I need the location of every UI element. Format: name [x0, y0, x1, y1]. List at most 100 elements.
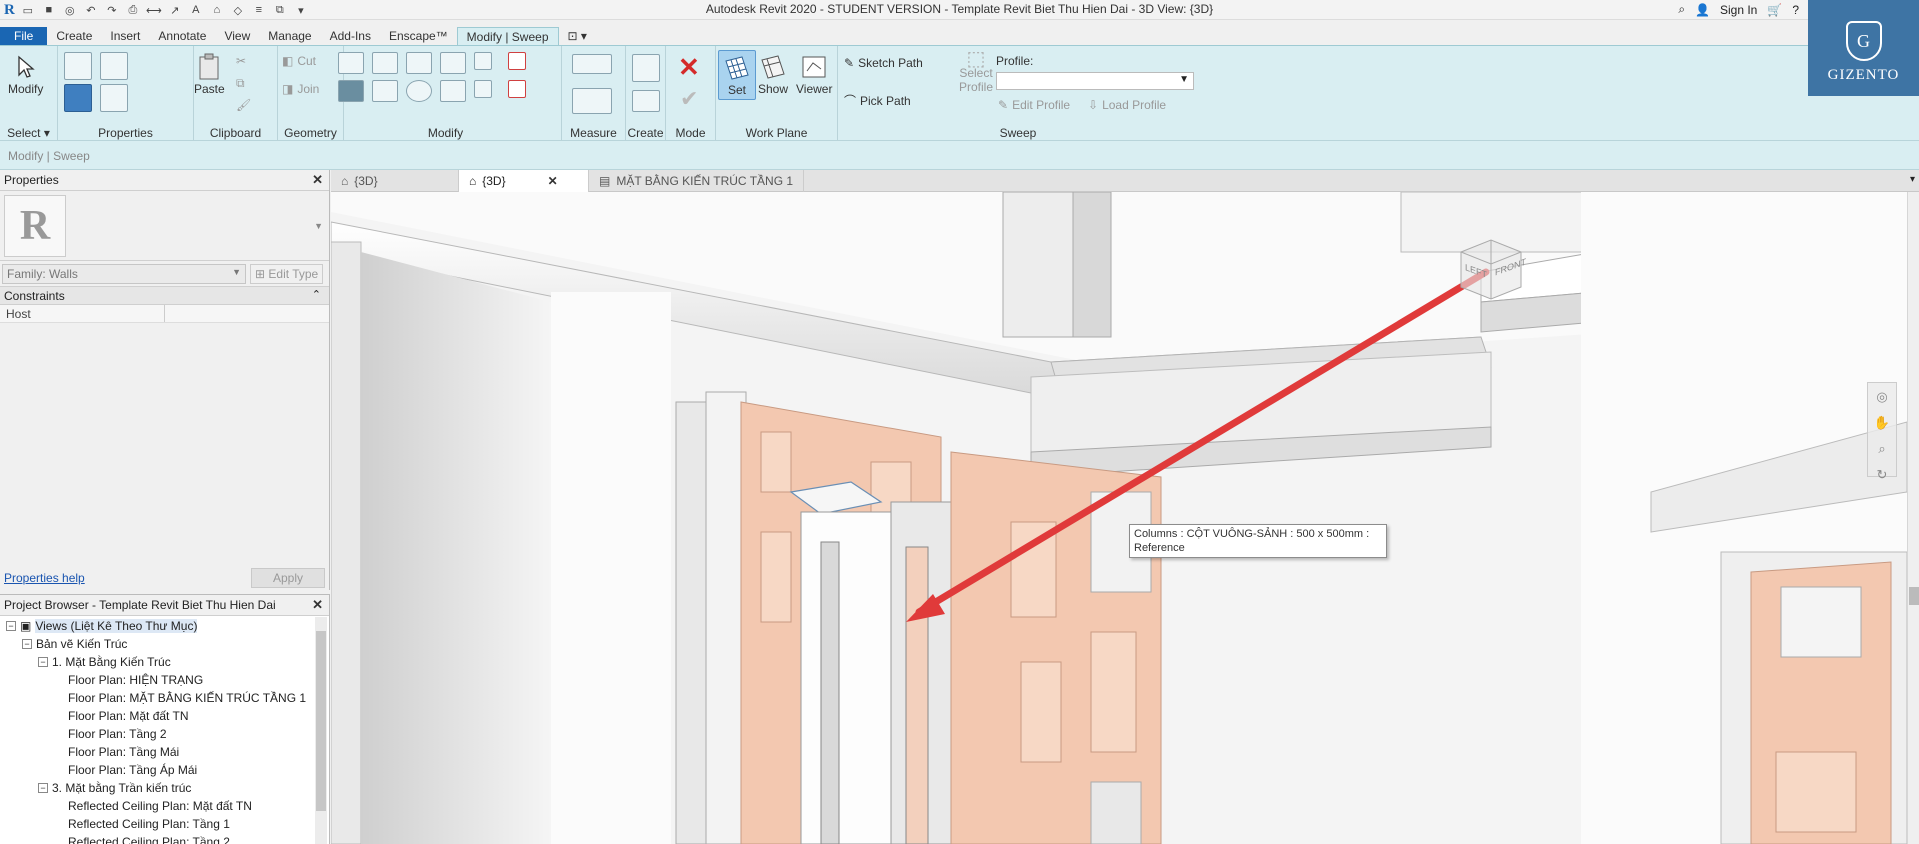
measure-icon[interactable]: ⟷ [146, 3, 162, 17]
ribbon-options-icon[interactable]: ⊡ ▾ [559, 27, 596, 45]
join-geometry-button[interactable]: ◨ Join [282, 82, 319, 96]
tab-enscape[interactable]: Enscape™ [380, 27, 457, 45]
scroll-thumb[interactable] [1909, 587, 1919, 605]
move-small-icon[interactable] [474, 52, 492, 70]
sketch-path-button[interactable]: ✎ Sketch Path [844, 56, 923, 70]
scroll-thumb[interactable] [316, 631, 326, 811]
cut-button[interactable]: ✂ [236, 54, 246, 68]
create-similar-icon[interactable] [632, 90, 660, 112]
viewport-scrollbar[interactable] [1907, 192, 1919, 844]
tree-item[interactable]: −1. Mặt Bằng Kiến Trúc [0, 653, 314, 671]
tree-item[interactable]: Floor Plan: MẶT BẰNG KIẾN TRÚC TẦNG 1 [0, 689, 314, 707]
properties-help-link[interactable]: Properties help [4, 571, 85, 585]
sync-icon[interactable]: ◎ [62, 3, 78, 17]
viewer-button[interactable]: Viewer [796, 52, 832, 96]
properties-palette-icon[interactable] [100, 52, 128, 80]
copy-button[interactable]: ⧉ [236, 76, 245, 91]
copy-elements-icon[interactable] [372, 80, 398, 102]
tree-item[interactable]: −3. Mặt bằng Trần kiến trúc [0, 779, 314, 797]
search-icon[interactable]: ⌕ [1678, 2, 1685, 17]
close-icon[interactable]: ✕ [548, 174, 558, 188]
tree-toggle-icon[interactable]: − [38, 783, 48, 793]
tab-modify-sweep[interactable]: Modify | Sweep [456, 27, 559, 45]
tab-annotate[interactable]: Annotate [149, 27, 215, 45]
tab-file[interactable]: File [0, 27, 48, 45]
section-icon[interactable]: ◇ [230, 3, 246, 17]
steering-wheel-icon[interactable]: ◎ [1876, 389, 1887, 405]
close-icon[interactable]: ✕ [312, 172, 323, 188]
cart-icon[interactable]: 🛒 [1767, 3, 1782, 17]
tree-item[interactable]: − ▣ Views (Liệt Kê Theo Thư Mục) [0, 617, 314, 635]
chevron-down-icon[interactable]: ▼ [314, 221, 323, 231]
3d-view-icon[interactable]: ⌂ [209, 3, 225, 17]
open-icon[interactable]: ▭ [20, 3, 36, 17]
tab-create[interactable]: Create [47, 27, 101, 45]
close-icon[interactable]: ✕ [312, 597, 323, 613]
edit-type-button[interactable]: ⊞ Edit Type [250, 263, 324, 284]
cancel-mode-icon[interactable]: ✕ [678, 52, 700, 83]
orbit-icon[interactable]: ↻ [1877, 467, 1888, 483]
view-tab-3d-active[interactable]: ⌂ {3D} ✕ [459, 170, 589, 192]
delete-icon[interactable] [508, 80, 526, 98]
tree-toggle-icon[interactable]: − [38, 657, 48, 667]
switch-windows-icon[interactable]: ⧉ [272, 3, 288, 17]
print-icon[interactable]: ⎙ [125, 3, 141, 17]
tree-item[interactable]: Floor Plan: Mặt đất TN [0, 707, 314, 725]
pan-icon[interactable]: ✋ [1874, 415, 1890, 431]
load-profile-button[interactable]: ⇩ Load Profile [1088, 98, 1166, 112]
move-icon[interactable] [338, 80, 364, 102]
tree-item[interactable]: Floor Plan: HIỆN TRẠNG [0, 671, 314, 689]
offset-icon[interactable] [372, 52, 398, 74]
3d-viewport[interactable]: LEFT FRONT ◎ ✋ ⌕ ↻ [331, 192, 1907, 844]
select-profile-button[interactable]: ⬚ Select Profile [958, 49, 994, 94]
zoom-icon[interactable]: ⌕ [1878, 441, 1885, 457]
family-filter-dropdown[interactable]: Family: Walls ▼ [2, 263, 246, 284]
paste-button[interactable]: Paste [194, 52, 225, 96]
tab-view[interactable]: View [215, 27, 259, 45]
match-type-button[interactable]: 🖌 [236, 98, 251, 112]
family-types-icon[interactable] [100, 84, 128, 112]
type-properties-icon[interactable] [64, 52, 92, 80]
redo-icon[interactable]: ↷ [104, 3, 120, 17]
set-work-plane-button[interactable]: Set [718, 50, 756, 100]
tree-item[interactable]: Reflected Ceiling Plan: Mặt đất TN [0, 797, 314, 815]
trim-extend-icon[interactable] [440, 80, 466, 102]
tree-toggle-icon[interactable]: − [6, 621, 16, 631]
view-tab-floor-plan[interactable]: ▤ MẶT BẰNG KIẾN TRÚC TẦNG 1 [589, 170, 805, 192]
cut-geometry-button[interactable]: ◧ Cut [282, 54, 316, 68]
tree-item[interactable]: Reflected Ceiling Plan: Tầng 2 [0, 833, 314, 844]
array-icon[interactable] [474, 80, 492, 98]
tab-insert[interactable]: Insert [101, 27, 149, 45]
3d-model-render[interactable] [331, 192, 1907, 844]
profile-dropdown[interactable]: ▼ [996, 72, 1194, 90]
pick-path-button[interactable]: ⌒ Pick Path [844, 92, 911, 109]
edit-profile-button[interactable]: ✎ Edit Profile [998, 98, 1070, 112]
tree-item[interactable]: Floor Plan: Tầng Áp Mái [0, 761, 314, 779]
constraints-section[interactable]: Constraints ⌃ [0, 287, 329, 305]
panel-label-select[interactable]: Select ▾ [0, 126, 57, 140]
tab-menu-icon[interactable]: ▾ [1910, 174, 1915, 185]
mirror-draw-icon[interactable] [440, 52, 466, 74]
undo-icon[interactable]: ↶ [83, 3, 99, 17]
tree-item[interactable]: Floor Plan: Tầng Mái [0, 743, 314, 761]
align-icon[interactable] [338, 52, 364, 74]
modify-button[interactable]: Modify [8, 52, 43, 96]
help-icon[interactable]: ? [1792, 3, 1799, 17]
type-selector[interactable]: R ▼ [0, 191, 329, 261]
view-tab-3d[interactable]: ⌂ {3D} [331, 170, 459, 192]
tab-manage[interactable]: Manage [259, 27, 320, 45]
tree-toggle-icon[interactable]: − [22, 639, 32, 649]
unpin-icon[interactable] [508, 52, 526, 70]
tree-item[interactable]: Floor Plan: Tầng 2 [0, 725, 314, 743]
show-work-plane-button[interactable]: Show [758, 52, 788, 96]
apply-button[interactable]: Apply [251, 568, 325, 588]
thin-lines-icon[interactable]: ≡ [251, 3, 267, 17]
properties-toggle-icon[interactable] [64, 84, 92, 112]
rotate-icon[interactable] [406, 80, 432, 102]
save-icon[interactable]: ■ [41, 3, 57, 17]
finish-mode-icon[interactable]: ✔ [680, 86, 698, 112]
tab-add-ins[interactable]: Add-Ins [321, 27, 380, 45]
create-group-icon[interactable] [632, 54, 660, 82]
viewcube[interactable]: LEFT FRONT [1451, 232, 1531, 302]
dimension-icon[interactable]: ↗ [167, 3, 183, 17]
